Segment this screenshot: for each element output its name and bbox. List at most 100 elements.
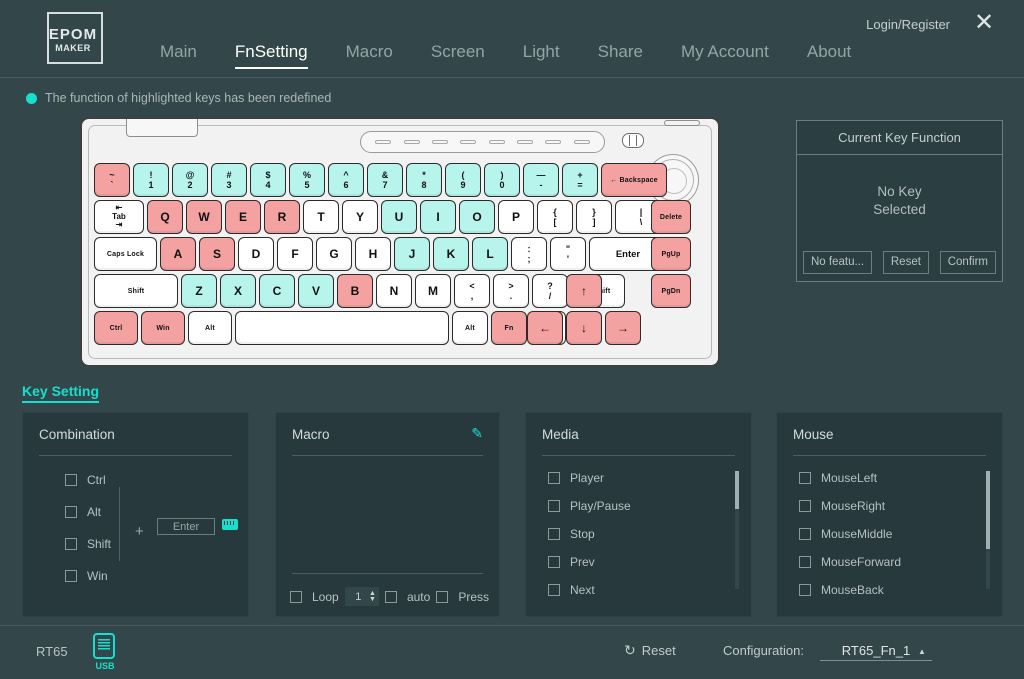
checkbox-play-pause[interactable] bbox=[548, 500, 560, 512]
key-5[interactable]: % 5 bbox=[289, 163, 325, 197]
checkbox-mouseleft[interactable] bbox=[799, 472, 811, 484]
key-f[interactable]: F bbox=[277, 237, 313, 271]
key-setting-link[interactable]: Key Setting bbox=[22, 383, 100, 403]
checkbox-row-mouseleft[interactable]: MouseLeft bbox=[799, 471, 980, 485]
key-r[interactable]: R bbox=[264, 200, 300, 234]
checkbox-row-play-pause[interactable]: Play/Pause bbox=[548, 499, 729, 513]
no-feature-button[interactable]: No featu... bbox=[803, 251, 873, 274]
loop-count-stepper[interactable]: 1 ▲ ▼ bbox=[344, 587, 379, 606]
checkbox-row-auto[interactable]: auto bbox=[384, 590, 430, 604]
nav-item-main[interactable]: Main bbox=[160, 42, 197, 68]
nav-item-my-account[interactable]: My Account bbox=[681, 42, 769, 68]
login-register-link[interactable]: Login/Register bbox=[866, 17, 950, 32]
key-pgup[interactable]: PgUp bbox=[651, 237, 691, 271]
checkbox-press[interactable] bbox=[436, 590, 449, 603]
chevron-up-icon[interactable]: ▲ bbox=[918, 647, 926, 656]
checkbox-row-shift[interactable]: Shift bbox=[65, 537, 111, 551]
nav-item-about[interactable]: About bbox=[807, 42, 851, 68]
key-3[interactable]: #3 bbox=[211, 163, 247, 197]
key-o[interactable]: O bbox=[459, 200, 495, 234]
key-arrow-right[interactable]: → bbox=[605, 311, 641, 345]
key-h[interactable]: H bbox=[355, 237, 391, 271]
key-b[interactable]: B bbox=[337, 274, 373, 308]
key-alt[interactable]: Alt bbox=[188, 311, 232, 345]
key-x[interactable]: X bbox=[220, 274, 256, 308]
key-n[interactable]: N bbox=[376, 274, 412, 308]
key-u[interactable]: U bbox=[381, 200, 417, 234]
keyboard-preview[interactable]: ~ ` ! 1 @2 #3 $4 % 5 ^ 6 & 7 * 8 (9) 0 — - + = ← Backspace ⇤ Ta… bbox=[80, 117, 720, 367]
checkbox-row-win[interactable]: Win bbox=[65, 569, 111, 583]
key-d[interactable]: D bbox=[238, 237, 274, 271]
checkbox-mouseforward[interactable] bbox=[799, 556, 811, 568]
nav-item-light[interactable]: Light bbox=[523, 42, 560, 68]
key-g[interactable]: G bbox=[316, 237, 352, 271]
checkbox-row-loop[interactable]: Loop bbox=[290, 590, 339, 604]
key-j[interactable]: J bbox=[394, 237, 430, 271]
checkbox-mousemiddle[interactable] bbox=[799, 528, 811, 540]
key-[interactable]: " ' bbox=[550, 237, 586, 271]
key-t[interactable]: T bbox=[303, 200, 339, 234]
key-caps-lock[interactable]: Caps Lock bbox=[94, 237, 157, 271]
key-ctrl[interactable]: Ctrl bbox=[94, 311, 138, 345]
checkbox-row-player[interactable]: Player bbox=[548, 471, 729, 485]
key-arrow-up[interactable]: ↑ bbox=[566, 274, 602, 308]
key-arrow-down[interactable]: ↓ bbox=[566, 311, 602, 345]
key-arrow-left[interactable]: ← bbox=[527, 311, 563, 345]
key-[interactable]: :; bbox=[511, 237, 547, 271]
key-[interactable]: }] bbox=[576, 200, 612, 234]
nav-item-screen[interactable]: Screen bbox=[431, 42, 485, 68]
key-[interactable]: {[ bbox=[537, 200, 573, 234]
key-w[interactable]: W bbox=[186, 200, 222, 234]
key-[interactable]: — - bbox=[523, 163, 559, 197]
checkbox-row-mousemiddle[interactable]: MouseMiddle bbox=[799, 527, 980, 541]
confirm-button[interactable]: Confirm bbox=[939, 251, 996, 274]
key-s[interactable]: S bbox=[199, 237, 235, 271]
key-6[interactable]: ^ 6 bbox=[328, 163, 364, 197]
stepper-arrows[interactable]: ▲ ▼ bbox=[369, 590, 376, 603]
key-win[interactable]: Win bbox=[141, 311, 185, 345]
reset-key-button[interactable]: Reset bbox=[882, 251, 929, 274]
key-[interactable]: + = bbox=[562, 163, 598, 197]
key-fn[interactable]: Fn bbox=[491, 311, 527, 345]
checkbox-ctrl[interactable] bbox=[65, 474, 77, 486]
nav-item-fnsetting[interactable]: FnSetting bbox=[234, 42, 308, 69]
mouse-scrollbar-thumb[interactable] bbox=[986, 471, 990, 549]
key-c[interactable]: C bbox=[259, 274, 295, 308]
mouse-scrollbar[interactable] bbox=[986, 471, 990, 589]
checkbox-row-alt[interactable]: Alt bbox=[65, 505, 111, 519]
key-4[interactable]: $4 bbox=[250, 163, 286, 197]
key-v[interactable]: V bbox=[298, 274, 334, 308]
checkbox-auto[interactable] bbox=[384, 590, 397, 603]
checkbox-player[interactable] bbox=[548, 472, 560, 484]
key-delete[interactable]: Delete bbox=[651, 200, 691, 234]
combination-key-field[interactable]: Enter bbox=[157, 518, 215, 535]
checkbox-loop[interactable] bbox=[290, 590, 302, 603]
key-backspace[interactable]: ← Backspace bbox=[601, 163, 667, 197]
key-shift[interactable]: Shift bbox=[94, 274, 178, 308]
key-m[interactable]: M bbox=[415, 274, 451, 308]
key-8[interactable]: * 8 bbox=[406, 163, 442, 197]
media-scrollbar-thumb[interactable] bbox=[735, 471, 739, 509]
key-2[interactable]: @2 bbox=[172, 163, 208, 197]
checkbox-row-ctrl[interactable]: Ctrl bbox=[65, 473, 111, 487]
nav-item-share[interactable]: Share bbox=[598, 42, 643, 68]
checkbox-alt[interactable] bbox=[65, 506, 77, 518]
key-alt[interactable]: Alt bbox=[452, 311, 488, 345]
key-i[interactable]: I bbox=[420, 200, 456, 234]
key-tab[interactable]: ⇤ Tab ⇥ bbox=[94, 200, 144, 234]
key-k[interactable]: K bbox=[433, 237, 469, 271]
checkbox-stop[interactable] bbox=[548, 528, 560, 540]
edit-pencil-icon[interactable]: ✎ bbox=[471, 425, 483, 442]
key-y[interactable]: Y bbox=[342, 200, 378, 234]
nav-item-macro[interactable]: Macro bbox=[346, 42, 393, 68]
stepper-down-icon[interactable]: ▼ bbox=[369, 596, 376, 603]
key-p[interactable]: P bbox=[498, 200, 534, 234]
keyboard-icon[interactable] bbox=[222, 519, 238, 530]
checkbox-row-stop[interactable]: Stop bbox=[548, 527, 729, 541]
checkbox-row-mouseback[interactable]: MouseBack bbox=[799, 583, 980, 597]
checkbox-row-press[interactable]: Press bbox=[436, 590, 489, 604]
checkbox-shift[interactable] bbox=[65, 538, 77, 550]
key-q[interactable]: Q bbox=[147, 200, 183, 234]
checkbox-row-mouseforward[interactable]: MouseForward bbox=[799, 555, 980, 569]
checkbox-prev[interactable] bbox=[548, 556, 560, 568]
